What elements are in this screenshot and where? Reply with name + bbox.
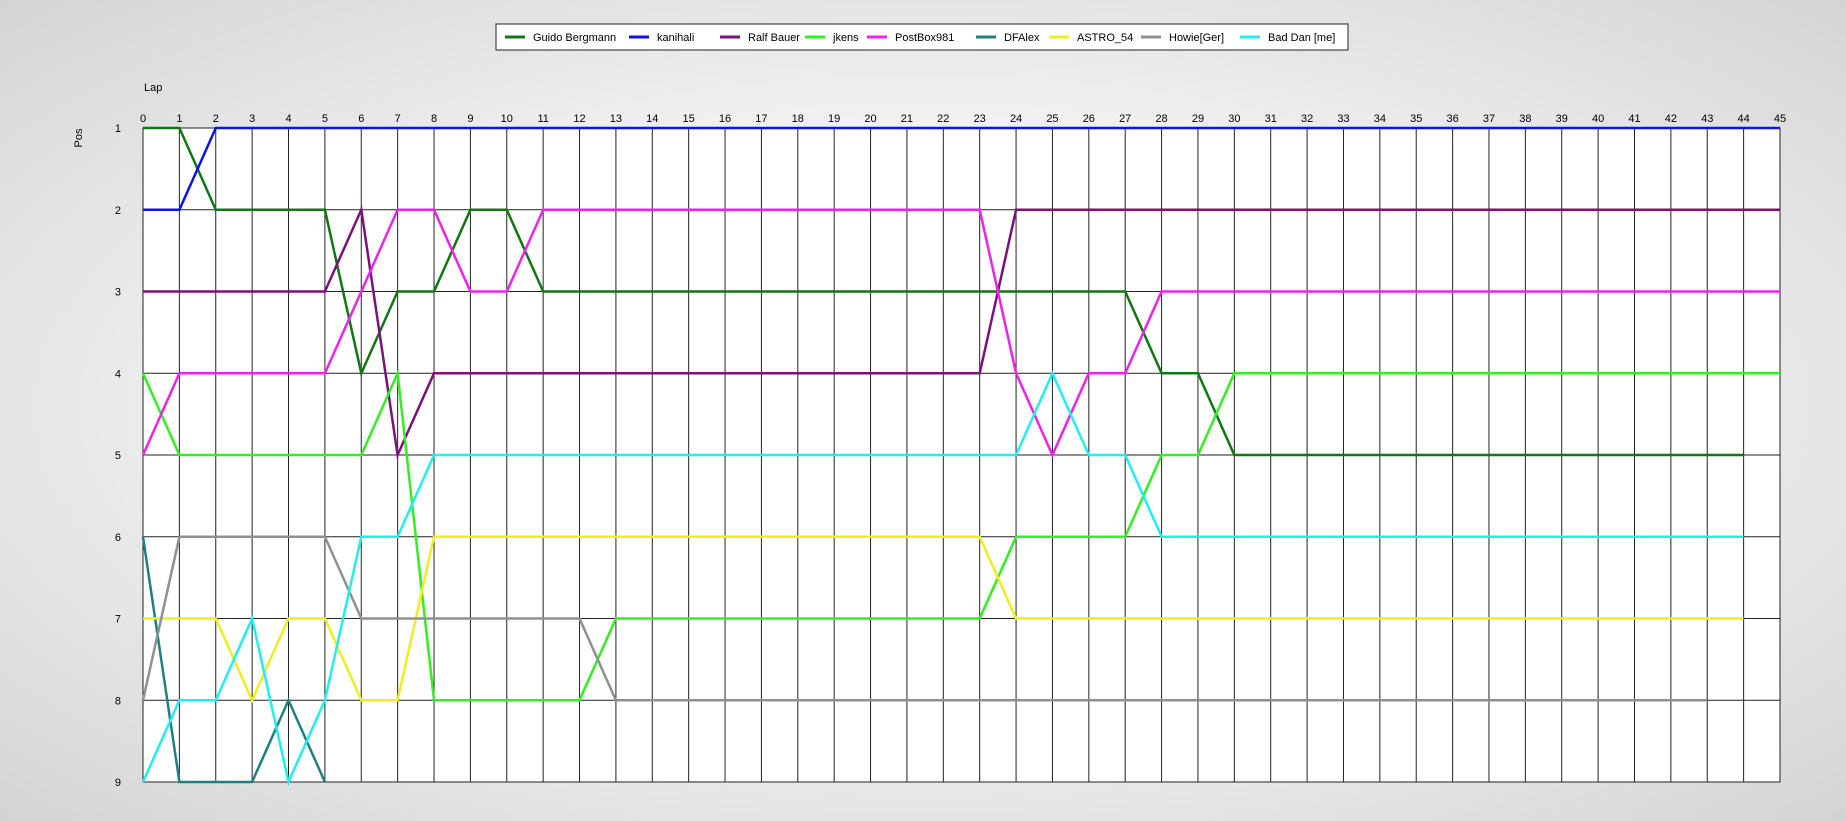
x-tick-label: 16 — [719, 113, 731, 125]
x-axis-tick-labels: 0 1 2 3 4 5 6 7 8 9 10 11 12 13 14 15 16 17 18 19 20 21 22 23 24… — [140, 113, 1786, 125]
x-tick-label: 33 — [1337, 113, 1349, 125]
x-tick-label: 32 — [1301, 113, 1313, 125]
y-axis-label: Pos — [73, 128, 85, 147]
x-tick-label: 39 — [1556, 113, 1568, 125]
x-tick-label: 8 — [431, 113, 437, 125]
legend-label: Ralf Bauer — [748, 32, 800, 44]
y-tick-label: 1 — [115, 123, 121, 135]
x-tick-label: 18 — [792, 113, 804, 125]
x-tick-label: 27 — [1119, 113, 1131, 125]
y-tick-label: 3 — [115, 287, 121, 299]
legend-label: kanihali — [657, 32, 694, 44]
x-tick-label: 13 — [610, 113, 622, 125]
x-tick-label: 30 — [1228, 113, 1240, 125]
lap-position-chart: 0 1 2 3 4 5 6 7 8 9 10 11 12 13 14 15 16 17 18 19 20 21 22 23 24… — [0, 0, 1846, 816]
x-tick-label: 19 — [828, 113, 840, 125]
x-tick-label: 26 — [1083, 113, 1095, 125]
x-tick-label: 29 — [1192, 113, 1204, 125]
legend-label: PostBox981 — [895, 32, 954, 44]
legend-label: DFAlex — [1004, 32, 1040, 44]
x-tick-label: 45 — [1774, 113, 1786, 125]
x-tick-label: 25 — [1046, 113, 1058, 125]
x-tick-label: 4 — [285, 113, 291, 125]
legend: Guido Bergmann kanihali Ralf Bauer jkens Pos… — [495, 23, 1349, 51]
x-tick-label: 2 — [213, 113, 219, 125]
legend-label: ASTRO_54 — [1077, 32, 1133, 44]
y-tick-label: 2 — [115, 205, 121, 217]
plot-area — [141, 126, 1781, 786]
x-tick-label: 20 — [864, 113, 876, 125]
x-tick-label: 24 — [1010, 113, 1022, 125]
legend-label: jkens — [832, 32, 859, 44]
x-tick-label: 34 — [1374, 113, 1386, 125]
x-tick-label: 14 — [646, 113, 658, 125]
x-tick-label: 22 — [937, 113, 949, 125]
y-tick-label: 5 — [115, 450, 121, 462]
legend-label: Bad Dan [me] — [1268, 32, 1335, 44]
x-tick-label: 36 — [1446, 113, 1458, 125]
chart-svg: 0 1 2 3 4 5 6 7 8 9 10 11 12 13 14 15 16 17 18 19 20 21 22 23 24… — [73, 23, 1786, 789]
x-tick-label: 44 — [1737, 113, 1749, 125]
x-tick-label: 35 — [1410, 113, 1422, 125]
x-tick-label: 7 — [395, 113, 401, 125]
x-tick-label: 40 — [1592, 113, 1604, 125]
x-tick-label: 12 — [573, 113, 585, 125]
legend-label: Howie[Ger] — [1169, 32, 1224, 44]
x-tick-label: 23 — [974, 113, 986, 125]
x-tick-label: 31 — [1265, 113, 1277, 125]
x-tick-label: 38 — [1519, 113, 1531, 125]
x-tick-label: 1 — [176, 113, 182, 125]
y-tick-label: 6 — [115, 532, 121, 544]
x-tick-label: 5 — [322, 113, 328, 125]
x-tick-label: 11 — [537, 113, 548, 125]
x-tick-label: 0 — [140, 113, 146, 125]
x-tick-label: 15 — [683, 113, 695, 125]
x-tick-label: 6 — [358, 113, 364, 125]
x-axis-label: Lap — [144, 82, 162, 94]
x-tick-label: 43 — [1701, 113, 1713, 125]
y-tick-label: 7 — [115, 614, 121, 626]
y-axis-tick-labels: 1 2 3 4 5 6 7 8 9 — [115, 123, 121, 789]
x-tick-label: 42 — [1665, 113, 1677, 125]
x-tick-label: 41 — [1628, 113, 1640, 125]
y-tick-label: 8 — [115, 695, 121, 707]
x-tick-label: 37 — [1483, 113, 1495, 125]
x-tick-label: 10 — [501, 113, 513, 125]
legend-label: Guido Bergmann — [533, 32, 616, 44]
x-tick-label: 21 — [901, 113, 913, 125]
x-tick-label: 3 — [249, 113, 255, 125]
x-tick-label: 17 — [755, 113, 767, 125]
y-tick-label: 4 — [115, 368, 121, 380]
y-tick-label: 9 — [115, 777, 121, 789]
x-tick-label: 9 — [467, 113, 473, 125]
x-tick-label: 28 — [1155, 113, 1167, 125]
